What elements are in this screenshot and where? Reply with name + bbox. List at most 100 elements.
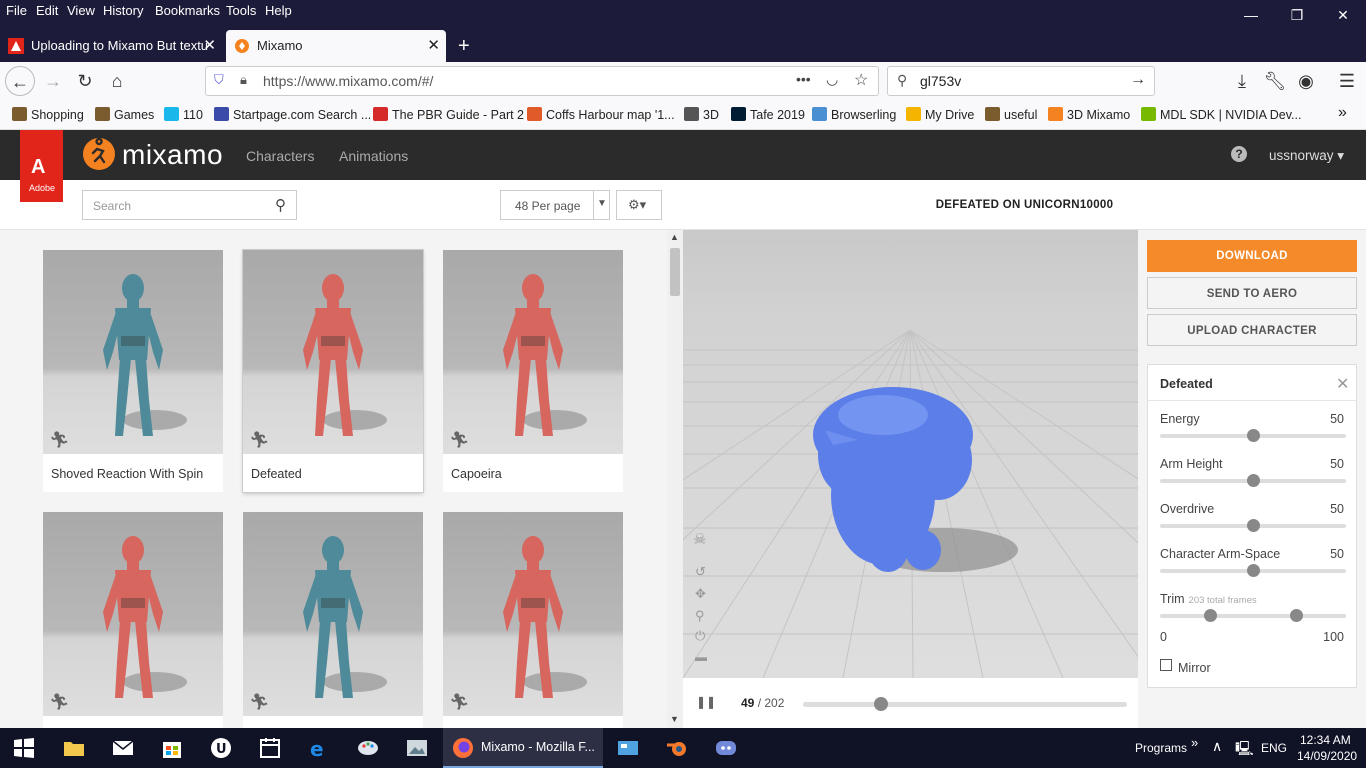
edge-icon[interactable]: e [307, 736, 331, 760]
trim-slider[interactable] [1160, 609, 1346, 622]
bookmark-useful[interactable]: useful [985, 107, 1037, 122]
scroll-down-icon[interactable]: ▼ [670, 714, 679, 724]
menu-history[interactable]: History [103, 3, 143, 18]
scrollbar[interactable]: ▲ ▼ [667, 230, 683, 728]
camera-icon[interactable]: ▬ [695, 650, 707, 664]
reload-icon[interactable]: ↻ [70, 66, 100, 96]
chevron-down-icon[interactable]: ▼ [593, 190, 610, 220]
animation-card[interactable]: 🏃︎ Shoved Reaction With Spin [43, 250, 223, 492]
mail-icon[interactable] [111, 736, 135, 760]
lock-icon[interactable]: 🔒︎ [240, 72, 247, 88]
discord-icon[interactable] [714, 736, 738, 760]
bookmark-startpage[interactable]: Startpage.com Search ... [214, 107, 371, 122]
skull-icon[interactable]: ☠ [693, 530, 706, 548]
taskbar-firefox-window[interactable]: Mixamo - Mozilla F... [443, 728, 603, 768]
clock-time[interactable]: 12:34 AM [1300, 733, 1351, 747]
power-icon[interactable]: ⏻ [695, 628, 705, 644]
bookmark-pbr-guide[interactable]: The PBR Guide - Part 2 [373, 107, 524, 122]
slider-energy[interactable] [1160, 429, 1346, 442]
slider-overdrive[interactable] [1160, 519, 1346, 532]
trim-end-handle[interactable] [1289, 609, 1303, 622]
programs-toolbar[interactable]: Programs [1135, 741, 1187, 755]
mixamo-logo-icon[interactable] [83, 137, 115, 170]
3d-viewport[interactable]: ☠ ↺ ✥ ⚲ ⏻ ▬ [683, 230, 1138, 678]
tab-close-icon[interactable]: ✕ [427, 30, 440, 62]
animation-thumbnail[interactable]: 🏃︎ [243, 512, 423, 716]
clock-date[interactable]: 14/09/2020 [1297, 749, 1357, 763]
tracking-protection-icon[interactable]: ⛉ [214, 72, 224, 88]
tab-uploading[interactable]: Uploading to Mixamo But textu ✕ [0, 30, 222, 62]
windows-start-icon[interactable] [12, 736, 36, 760]
animation-thumbnail[interactable]: 🏃︎ [43, 512, 223, 716]
hamburger-menu-icon[interactable]: ☰ [1332, 66, 1362, 96]
store-icon[interactable] [160, 736, 184, 760]
downloads-icon[interactable]: ⤓ [1227, 66, 1257, 96]
bookmark-star-icon[interactable]: ☆ [854, 70, 868, 90]
forward-icon[interactable]: → [38, 66, 68, 96]
search-input[interactable]: gl753v [920, 73, 961, 89]
tab-mixamo[interactable]: Mixamo ✕ [226, 30, 446, 62]
bookmark-3d[interactable]: 3D [684, 107, 719, 122]
rotate-icon[interactable]: ↺ [695, 564, 706, 580]
language-indicator[interactable]: ENG [1261, 741, 1287, 755]
paint-icon[interactable] [356, 736, 380, 760]
mixamo-wordmark[interactable]: mixamo [122, 139, 223, 171]
home-icon[interactable]: ⌂ [102, 66, 132, 96]
account-icon[interactable]: ◉ [1291, 66, 1321, 96]
upload-character-button[interactable]: UPLOAD CHARACTER [1147, 314, 1357, 346]
animation-card[interactable]: 🏃︎ Defeated [243, 250, 423, 492]
timeline-slider[interactable] [803, 697, 1127, 711]
adobe-logo[interactable]: A Adobe [20, 130, 63, 202]
animation-card[interactable]: 🏃︎ [43, 512, 223, 754]
menu-view[interactable]: View [67, 3, 95, 18]
animation-thumbnail[interactable]: 🏃︎ [443, 250, 623, 454]
menu-bookmarks[interactable]: Bookmarks [155, 3, 220, 18]
minimize-button[interactable]: — [1228, 0, 1274, 30]
animation-thumbnail[interactable]: 🏃︎ [43, 250, 223, 454]
calendar-icon[interactable] [258, 736, 282, 760]
page-actions-icon[interactable]: ••• [796, 71, 811, 87]
settings-dropdown[interactable]: ⚙▾ [616, 190, 662, 220]
animation-thumbnail[interactable]: 🏃︎ [243, 250, 423, 454]
restore-button[interactable]: ❐ [1274, 0, 1320, 30]
back-icon[interactable]: ← [5, 66, 35, 96]
send-to-aero-button[interactable]: SEND TO AERO [1147, 277, 1357, 309]
timeline-handle[interactable] [873, 697, 888, 711]
programs-chevron-icon[interactable]: » [1191, 735, 1198, 750]
pocket-icon[interactable]: ◡ [826, 71, 838, 88]
zoom-icon[interactable]: ⚲ [695, 608, 705, 624]
scrollbar-thumb[interactable] [670, 248, 680, 296]
bookmark-mdl-sdk[interactable]: MDL SDK | NVIDIA Dev... [1141, 107, 1301, 122]
search-go-icon[interactable]: → [1130, 71, 1146, 89]
slider-arm-space[interactable] [1160, 564, 1346, 577]
menu-file[interactable]: File [6, 3, 27, 18]
file-explorer-icon[interactable] [62, 736, 86, 760]
bookmark-coffs-harbour[interactable]: Coffs Harbour map '1... [527, 107, 675, 122]
nav-animations[interactable]: Animations [339, 148, 408, 164]
blender-icon[interactable] [665, 736, 689, 760]
tray-expand-icon[interactable]: ∧ [1212, 738, 1222, 755]
mirror-checkbox[interactable] [1160, 659, 1172, 671]
close-window-button[interactable]: ✕ [1320, 0, 1366, 30]
pause-icon[interactable]: ❚❚ [696, 695, 716, 709]
tab-close-icon[interactable]: ✕ [203, 30, 216, 62]
animation-card[interactable]: 🏃︎ [243, 512, 423, 754]
search-bar[interactable]: ⚲ gl753v → [887, 66, 1155, 96]
slider-arm-height-handle[interactable] [1247, 474, 1260, 487]
slider-energy-handle[interactable] [1247, 429, 1260, 442]
slider-arm-height[interactable] [1160, 474, 1346, 487]
slider-arm-space-handle[interactable] [1247, 564, 1260, 577]
trim-start-handle[interactable] [1204, 609, 1218, 622]
download-button[interactable]: DOWNLOAD [1147, 240, 1357, 272]
url-bar[interactable]: ⛉ 🔒︎ https://www.mixamo.com/#/ ••• ◡ ☆ [205, 66, 879, 96]
bookmark-shopping[interactable]: Shopping [12, 107, 84, 122]
url-text[interactable]: https://www.mixamo.com/#/ [263, 73, 433, 89]
bookmarks-overflow-icon[interactable]: » [1338, 104, 1347, 122]
menu-help[interactable]: Help [265, 3, 292, 18]
animation-card[interactable]: 🏃︎ [443, 512, 623, 754]
menu-tools[interactable]: Tools [226, 3, 256, 18]
network-icon[interactable]: 🖳︎ [1235, 738, 1254, 762]
unreal-engine-icon[interactable]: U [209, 736, 233, 760]
per-page-select[interactable]: 48 Per page ▼ [500, 190, 610, 220]
bookmark-3d-mixamo[interactable]: 3D Mixamo [1048, 107, 1130, 122]
